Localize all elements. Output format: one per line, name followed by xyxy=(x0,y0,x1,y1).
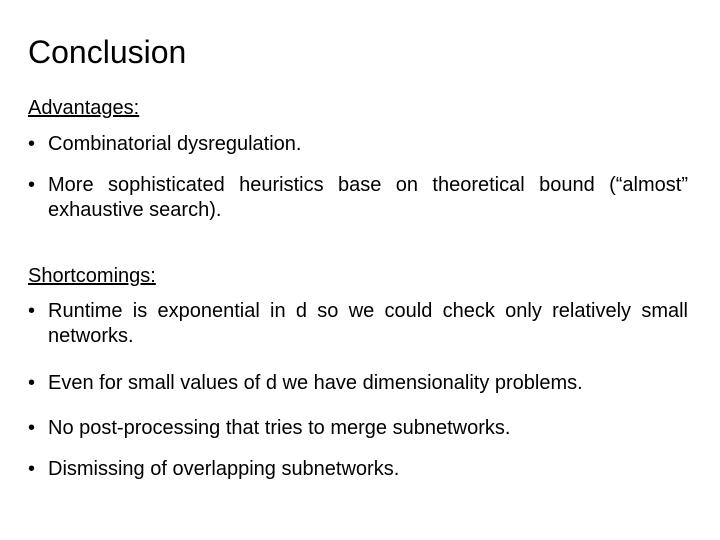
bullet-icon: • xyxy=(28,174,36,196)
shortcoming-item: • No post-processing that tries to merge… xyxy=(28,417,511,439)
shortcoming-item: • Even for small values of d we have dim… xyxy=(28,372,583,394)
shortcoming-item: • Runtime is exponential in d so we coul… xyxy=(28,300,688,347)
shortcoming-item: • Dismissing of overlapping subnetworks. xyxy=(28,458,400,480)
advantage-item: • Combinatorial dysregulation. xyxy=(28,133,302,155)
bullet-icon: • xyxy=(28,300,36,322)
shortcomings-heading: Shortcomings: xyxy=(28,265,156,287)
bullet-icon: • xyxy=(28,458,36,480)
bullet-icon: • xyxy=(28,372,36,394)
advantage-item: • More sophisticated heuristics base on … xyxy=(28,174,688,221)
bullet-icon: • xyxy=(28,133,36,155)
slide-title: Conclusion xyxy=(28,34,187,70)
advantages-heading: Advantages: xyxy=(28,97,140,119)
bullet-icon: • xyxy=(28,417,36,439)
